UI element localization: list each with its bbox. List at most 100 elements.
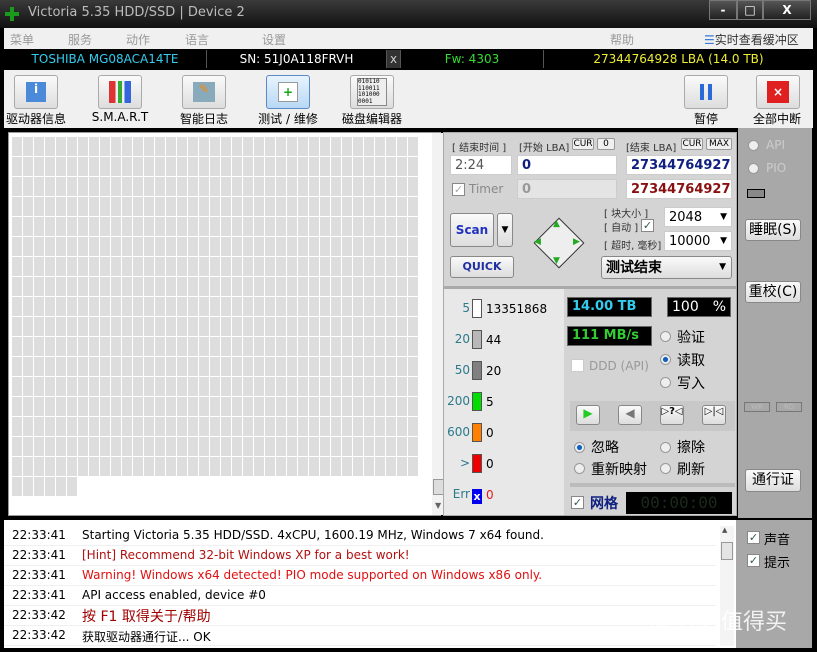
- sector-block: [89, 277, 99, 296]
- sector-block: [342, 197, 352, 216]
- sector-block: [23, 297, 33, 316]
- quick-button[interactable]: QUICK: [450, 256, 514, 278]
- block-size-select[interactable]: 2048 ▼: [664, 207, 732, 227]
- arrow-up-icon[interactable]: ▲: [553, 219, 560, 229]
- sector-block: [298, 377, 308, 396]
- test-repair-button[interactable]: +: [266, 75, 310, 109]
- refresh-radio[interactable]: [660, 463, 671, 474]
- erase-radio[interactable]: [660, 442, 671, 453]
- disk-editor-button[interactable]: 010110 110011 101000 0001: [350, 75, 394, 109]
- scroll-up-icon[interactable]: ▲: [722, 526, 727, 534]
- start-lba-cur-button[interactable]: CUR: [572, 138, 594, 150]
- read-radio[interactable]: [660, 354, 671, 365]
- sector-block: [254, 337, 264, 356]
- reverse-play-button[interactable]: ◀: [618, 405, 642, 425]
- sector-block: [89, 217, 99, 236]
- end-lba-cur-button[interactable]: CUR: [681, 138, 703, 150]
- remap-radio[interactable]: [574, 463, 585, 474]
- sector-block: [111, 417, 121, 436]
- write-radio[interactable]: [660, 377, 671, 388]
- sector-block: [188, 337, 198, 356]
- minimize-button[interactable]: -: [709, 0, 737, 20]
- menu-action[interactable]: 动作: [126, 31, 150, 48]
- end-time-input[interactable]: 2:24: [450, 155, 512, 175]
- start-lba-input[interactable]: 0: [517, 155, 617, 175]
- menu-service[interactable]: 服务: [68, 31, 92, 48]
- sector-block: [67, 477, 77, 496]
- recalibrate-button[interactable]: 重校(C): [745, 281, 801, 303]
- timeout-select[interactable]: 10000 ▼: [664, 231, 732, 251]
- arrow-right-icon[interactable]: ▶: [573, 237, 580, 247]
- ignore-radio[interactable]: [574, 442, 585, 453]
- start-lba-zero-button[interactable]: 0: [597, 138, 615, 150]
- scan-button[interactable]: Scan: [450, 213, 494, 247]
- sector-block: [34, 437, 44, 456]
- realtime-buffer-button[interactable]: ☰实时查看缓冲区: [704, 31, 799, 48]
- api-radio[interactable]: [748, 140, 759, 151]
- timer-checkbox[interactable]: ✓: [452, 183, 465, 196]
- sector-block: [342, 137, 352, 156]
- sector-block: [298, 177, 308, 196]
- smart-button[interactable]: [98, 75, 142, 109]
- drive-close-button[interactable]: x: [387, 50, 401, 68]
- sector-block: [166, 437, 176, 456]
- sector-block: [78, 377, 88, 396]
- log-scrollbar-thumb[interactable]: [721, 542, 733, 560]
- end-lba-max-button[interactable]: MAX: [706, 138, 732, 150]
- arrow-down-icon[interactable]: ▼: [553, 256, 560, 266]
- sector-block: [375, 277, 385, 296]
- grid-checkbox[interactable]: ✓: [571, 496, 584, 509]
- auto-checkbox[interactable]: ✓: [641, 219, 654, 232]
- sector-block: [177, 437, 187, 456]
- sector-block: [100, 437, 110, 456]
- menu-language[interactable]: 语言: [185, 31, 209, 48]
- sector-block: [144, 397, 154, 416]
- pio-radio[interactable]: [748, 163, 759, 174]
- latency-stats: 5 13351868 20 44 50 20 200 5 600 0 >0 Err x 0: [444, 289, 564, 515]
- end-lba-input[interactable]: 27344764927: [626, 155, 732, 175]
- sector-block: [177, 257, 187, 276]
- random-seek-button[interactable]: ▷?◁: [660, 405, 684, 425]
- sector-block: [210, 337, 220, 356]
- sector-block: [34, 237, 44, 256]
- log-time: 22:33:41: [12, 568, 66, 582]
- smart-log-button[interactable]: ✎: [182, 75, 226, 109]
- sector-block: [287, 297, 297, 316]
- stop-all-button[interactable]: ×: [756, 75, 800, 109]
- sector-block: [100, 157, 110, 176]
- scroll-down-icon[interactable]: ▼: [435, 501, 441, 510]
- arrow-left-icon[interactable]: ◀: [534, 237, 541, 247]
- sector-block: [155, 237, 165, 256]
- ddd-api-checkbox[interactable]: [571, 359, 584, 372]
- forward-play-button[interactable]: ▶: [576, 405, 600, 425]
- sector-block: [320, 397, 330, 416]
- maximize-button[interactable]: □: [737, 0, 763, 20]
- sector-block: [23, 357, 33, 376]
- end-action-select[interactable]: 测试结束 ▼: [601, 256, 732, 279]
- log-message: [Hint] Recommend 32-bit Windows XP for a…: [82, 548, 410, 562]
- sector-block: [287, 157, 297, 176]
- butterfly-button[interactable]: ▷|◁: [702, 405, 726, 425]
- menu-main[interactable]: 菜单: [10, 31, 34, 48]
- sector-block: [309, 317, 319, 336]
- verify-radio[interactable]: [660, 331, 671, 342]
- sound-checkbox[interactable]: ✓: [747, 531, 760, 544]
- folder-pencil-icon: ✎: [193, 82, 215, 102]
- sector-block: [243, 317, 253, 336]
- drive-info-button[interactable]: i: [14, 75, 58, 109]
- scan-dropdown-button[interactable]: ▼: [497, 213, 513, 247]
- menu-settings[interactable]: 设置: [262, 31, 286, 48]
- sector-block: [23, 317, 33, 336]
- pause-button[interactable]: [684, 75, 728, 109]
- menu-help[interactable]: 帮助: [610, 31, 634, 48]
- sector-block: [67, 317, 77, 336]
- close-button[interactable]: X: [763, 0, 811, 20]
- sector-block: [144, 257, 154, 276]
- sector-block: [298, 437, 308, 456]
- passport-button[interactable]: 通行证: [745, 469, 801, 492]
- sleep-button[interactable]: 睡眠(S): [745, 219, 801, 241]
- sector-block: [342, 337, 352, 356]
- drive-serial: SN: 51J0A118FRVH: [207, 50, 387, 68]
- sector-block: [375, 157, 385, 176]
- hints-checkbox[interactable]: ✓: [747, 554, 760, 567]
